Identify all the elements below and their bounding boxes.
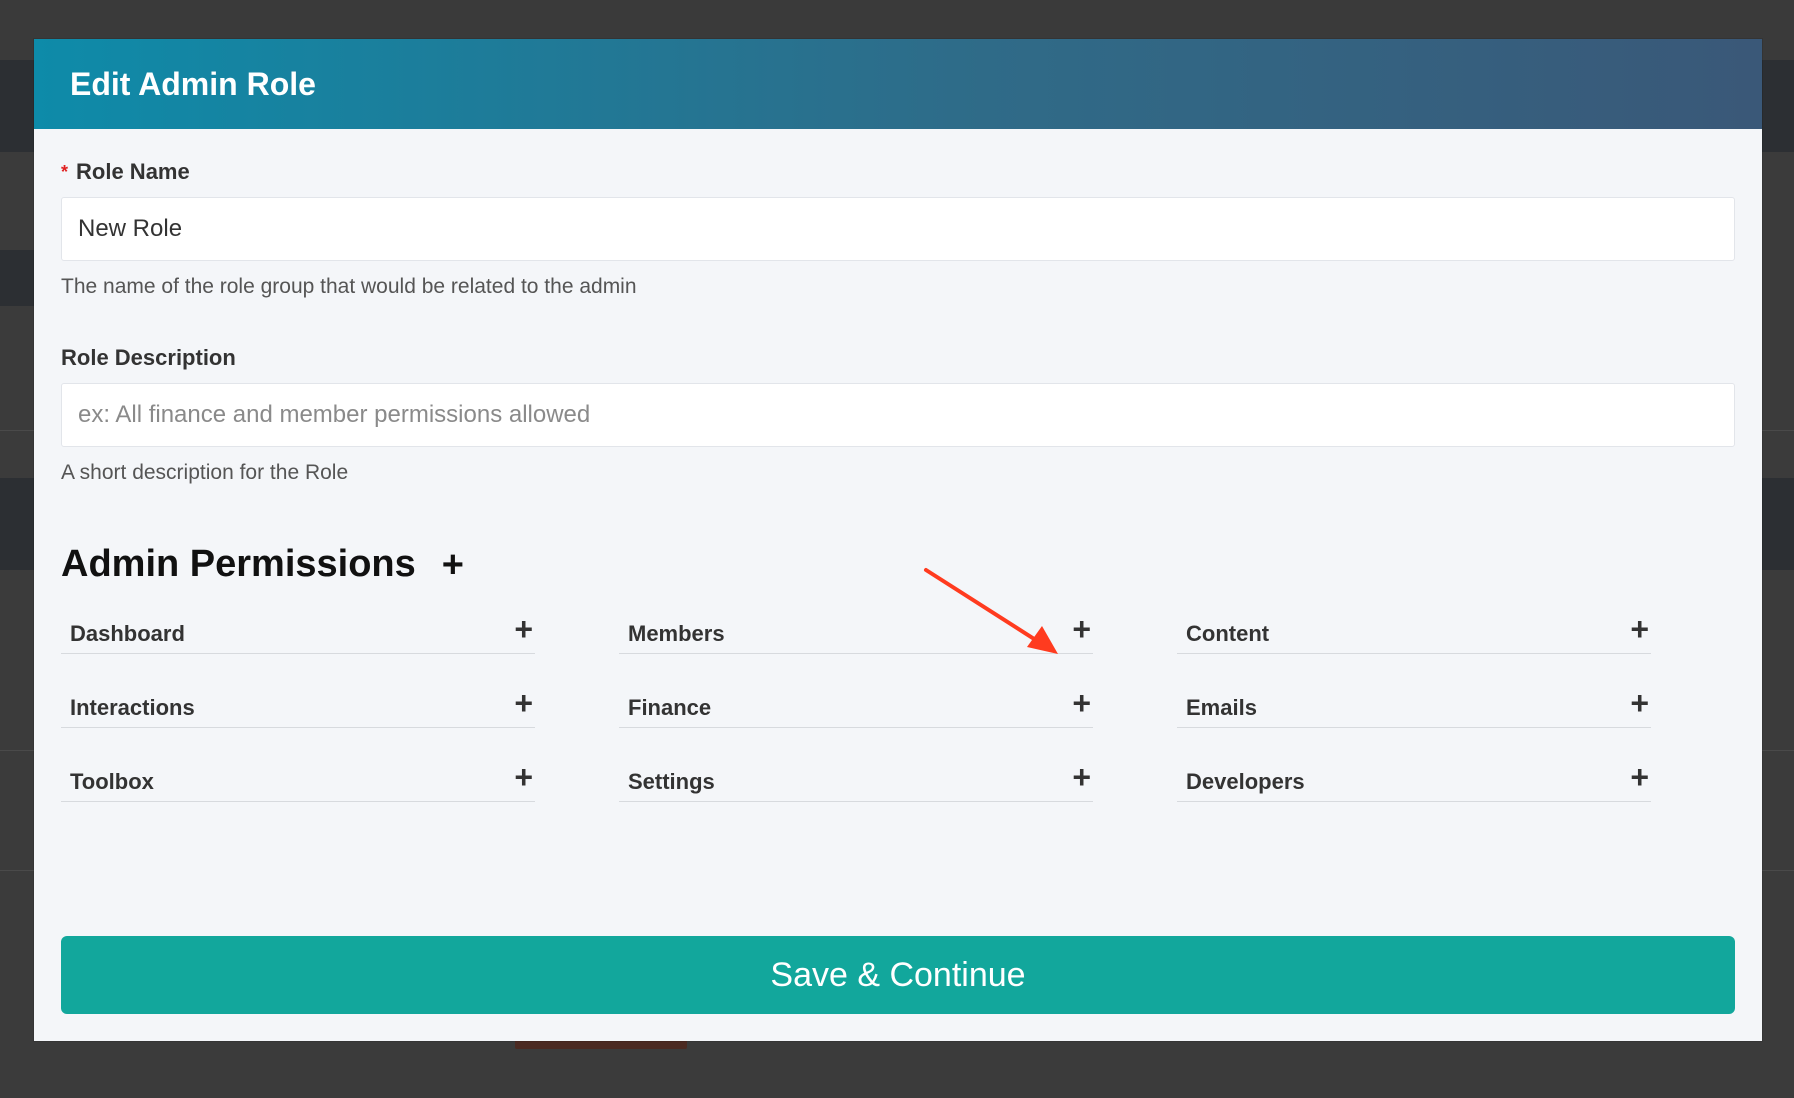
permission-content[interactable]: Content + [1177, 612, 1651, 654]
expand-plus-icon[interactable]: + [514, 761, 533, 793]
annotation-arrow-icon [924, 568, 1058, 654]
expand-plus-icon[interactable]: + [1630, 687, 1649, 719]
expand-plus-icon[interactable]: + [1072, 687, 1091, 719]
add-permission-button[interactable]: + [442, 546, 464, 584]
role-description-label: Role Description [61, 345, 1735, 371]
role-name-label: * Role Name [61, 159, 1735, 185]
permission-label: Content [1186, 621, 1270, 646]
save-continue-button[interactable]: Save & Continue [61, 936, 1735, 1014]
permission-label: Developers [1186, 769, 1305, 794]
permission-label: Emails [1186, 695, 1257, 720]
modal-body: * Role Name The name of the role group t… [34, 159, 1762, 832]
permission-interactions[interactable]: Interactions + [61, 686, 535, 728]
permission-toolbox[interactable]: Toolbox + [61, 760, 535, 802]
permission-label: Members [628, 621, 725, 646]
permission-emails[interactable]: Emails + [1177, 686, 1651, 728]
role-description-help: A short description for the Role [61, 461, 349, 484]
modal-header: Edit Admin Role [34, 39, 1762, 129]
permission-label: Interactions [70, 695, 195, 720]
role-description-label-text: Role Description [61, 345, 236, 370]
permission-label: Dashboard [70, 621, 185, 646]
expand-plus-icon[interactable]: + [514, 613, 533, 645]
role-description-input[interactable] [61, 383, 1735, 447]
expand-plus-icon[interactable]: + [1630, 613, 1649, 645]
permission-label: Settings [628, 769, 715, 794]
expand-plus-icon[interactable]: + [1072, 761, 1091, 793]
modal-title: Edit Admin Role [70, 65, 316, 102]
expand-plus-icon[interactable]: + [1072, 613, 1091, 645]
permission-developers[interactable]: Developers + [1177, 760, 1651, 802]
required-marker: * [61, 161, 69, 182]
expand-plus-icon[interactable]: + [514, 687, 533, 719]
expand-plus-icon[interactable]: + [1630, 761, 1649, 793]
permissions-grid: Dashboard + Members + Content + Interact… [61, 612, 1735, 832]
permissions-header: Admin Permissions + [61, 543, 1735, 586]
role-name-input[interactable] [61, 197, 1735, 261]
role-name-label-text: Role Name [76, 159, 190, 184]
permissions-heading: Admin Permissions [61, 543, 416, 585]
permission-finance[interactable]: Finance + [619, 686, 1093, 728]
permission-label: Finance [628, 695, 712, 720]
permission-settings[interactable]: Settings + [619, 760, 1093, 802]
permission-label: Toolbox [70, 769, 154, 794]
permission-dashboard[interactable]: Dashboard + [61, 612, 535, 654]
edit-role-modal: Edit Admin Role * Role Name The name of … [34, 39, 1762, 1041]
role-name-help: The name of the role group that would be… [61, 275, 637, 298]
